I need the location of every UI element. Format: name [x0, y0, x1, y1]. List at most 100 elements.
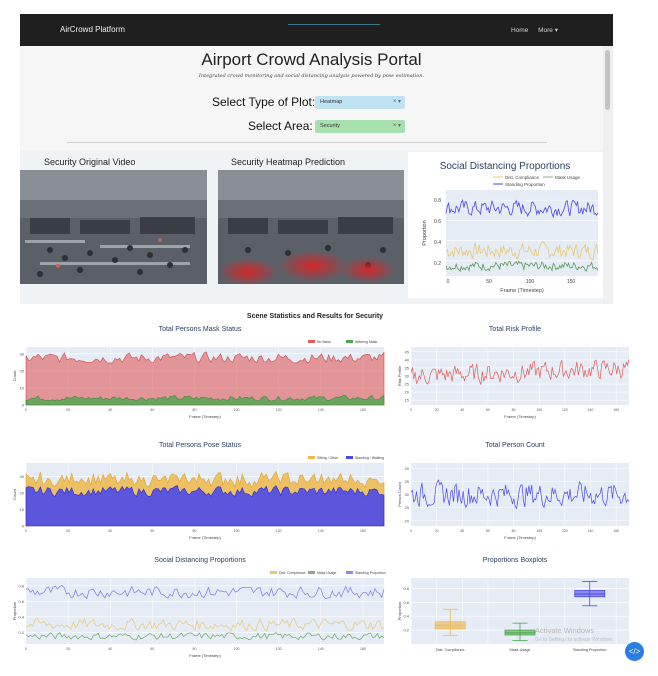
- x-axis-label: Frame (Timestep): [504, 535, 536, 540]
- xtick-label: 160: [360, 529, 366, 533]
- ytick-label: 0.6: [434, 219, 441, 225]
- activate-windows-sub: Go to Settings to activate Windows.: [535, 637, 614, 643]
- clear-chevron-icon[interactable]: × ▾: [393, 120, 401, 133]
- code-toggle-button[interactable]: </>: [625, 642, 644, 661]
- xtick-label: 80: [193, 647, 197, 651]
- xtick-label: 40: [108, 647, 112, 651]
- ytick-label: 40: [405, 466, 410, 471]
- loading-bar: [288, 24, 380, 25]
- xtick-label: 140: [588, 529, 594, 533]
- xtick-label: 60: [150, 647, 154, 651]
- y-axis-label: Count: [12, 488, 17, 500]
- clear-chevron-icon[interactable]: × ▾: [393, 96, 401, 109]
- ytick-label: 30: [20, 351, 25, 356]
- x-axis-label: Frame (Timestep): [189, 414, 221, 419]
- heatmap-video-title: Security Heatmap Prediction: [231, 157, 346, 167]
- xtick-label: 160: [360, 408, 366, 412]
- xtick-label: 140: [318, 647, 324, 651]
- ytick-label: 40: [405, 357, 410, 362]
- legend-standing-label[interactable]: Standing Proportion: [505, 182, 545, 187]
- legend-mask-label[interactable]: Mask Usage: [555, 175, 581, 180]
- xtick-label: 0: [447, 279, 450, 285]
- pose-status-chart: Total Persons Pose Status 0 10 20 30 0 20 40 60…: [10, 442, 390, 547]
- chart-title: Total Persons Mask Status: [158, 326, 242, 333]
- legend-swatch: [270, 571, 277, 574]
- chart-title: Total Persons Pose Status: [158, 442, 242, 449]
- page-title: Airport Crowd Analysis Portal: [201, 50, 422, 69]
- ytick-label: 30: [405, 492, 410, 497]
- x-axis-label: Frame (Timestep): [500, 288, 544, 294]
- box-category-label: Standing Proportion: [573, 648, 607, 652]
- activate-windows-title: Activate Windows: [535, 626, 595, 635]
- ytick-label: 20: [20, 490, 25, 495]
- xtick-label: 40: [460, 529, 464, 533]
- xtick-label: 0: [410, 529, 412, 533]
- xtick-label: 160: [360, 647, 366, 651]
- page-scrollbar[interactable]: [603, 46, 613, 304]
- scrollbar-thumb[interactable]: [605, 50, 610, 110]
- ytick-label: 0.4: [18, 614, 24, 619]
- plot-type-dropdown[interactable]: Heatmap × ▾: [315, 96, 405, 109]
- xtick-label: 120: [276, 647, 282, 651]
- mask-status-chart: Total Persons Mask Status 0 10 20 30 0 20 40 60…: [10, 326, 390, 426]
- x-axis-label: Frame (Timestep): [189, 653, 221, 658]
- ytick-label: 0.8: [18, 583, 24, 588]
- y-axis-label: Person Count: [397, 481, 402, 506]
- xtick-label: 150: [567, 279, 576, 285]
- social-distancing-chart: Social Distancing Proportions 0.2 0.4 0.6 0…: [10, 557, 390, 662]
- ytick-label: 20: [405, 390, 410, 395]
- ytick-label: 35: [405, 479, 410, 484]
- ytick-label: 20: [405, 518, 410, 523]
- chart-title: Total Person Count: [485, 442, 545, 449]
- ytick-label: 10: [20, 385, 25, 390]
- chart-title: Total Risk Profile: [488, 326, 542, 333]
- legend-swatch: [346, 571, 353, 574]
- xtick-label: 0: [25, 647, 27, 651]
- legend-label: Standing Proportion: [355, 571, 386, 575]
- legend-swatch: [308, 571, 315, 574]
- heatmap-video[interactable]: [218, 170, 404, 284]
- ytick-label: 10: [20, 507, 25, 512]
- xtick-label: 100: [234, 408, 240, 412]
- legend-label: No Mask: [317, 340, 331, 344]
- brand-link[interactable]: AirCrowd Platform: [60, 25, 125, 34]
- xtick-label: 80: [512, 529, 516, 533]
- nav-more-dropdown[interactable]: More ▾: [538, 27, 558, 34]
- ytick-label: 0: [22, 524, 25, 529]
- xtick-label: 20: [435, 408, 439, 412]
- legend-label: Standing / Walking: [355, 456, 384, 460]
- ytick-label: 25: [405, 382, 410, 387]
- legend-swatch: [308, 456, 315, 459]
- xtick-label: 20: [435, 529, 439, 533]
- y-axis-label: Risk Profile: [397, 365, 402, 386]
- ytick-label: 15: [405, 398, 410, 403]
- xtick-label: 140: [318, 529, 324, 533]
- legend-dist-label[interactable]: Dist. Compliance: [505, 175, 540, 180]
- legend-label: Wearing Mask: [355, 340, 378, 344]
- ytick-label: 0.6: [403, 600, 409, 605]
- original-video-title: Security Original Video: [44, 157, 136, 167]
- top-navbar: AirCrowd Platform Home More ▾: [20, 14, 613, 46]
- xtick-label: 20: [66, 529, 70, 533]
- person-count-chart: Total Person Count 20 25 30 35 40 0 20 40 60 80 10…: [395, 442, 635, 547]
- xtick-label: 0: [25, 529, 27, 533]
- chart-title: Social Distancing Proportions: [154, 557, 246, 564]
- original-video[interactable]: [20, 170, 207, 284]
- y-axis-label: Count: [12, 370, 17, 382]
- ytick-label: 0.8: [403, 586, 409, 591]
- nav-links: Home More ▾: [503, 26, 558, 34]
- nav-home-link[interactable]: Home: [511, 27, 528, 34]
- xtick-label: 20: [66, 647, 70, 651]
- y-axis-label: Proportion: [397, 602, 402, 620]
- x-axis-label: Frame (Timestep): [504, 414, 536, 419]
- top-sdp-chart: Social Distancing Proportions Dist. Comp…: [408, 152, 603, 298]
- area-dropdown[interactable]: Security × ▾: [315, 120, 405, 133]
- risk-profile-chart: Total Risk Profile 15 20 25 30 35 40 45 0 20 40 60…: [395, 326, 635, 426]
- xtick-label: 60: [486, 408, 490, 412]
- xtick-label: 0: [25, 408, 27, 412]
- ytick-label: 0.2: [403, 628, 409, 633]
- top-sdp-title: Social Distancing Proportions: [440, 161, 571, 172]
- xtick-label: 40: [108, 529, 112, 533]
- box-category-label: Mask Usage: [509, 648, 530, 652]
- x-axis-label: Frame (Timestep): [189, 535, 221, 540]
